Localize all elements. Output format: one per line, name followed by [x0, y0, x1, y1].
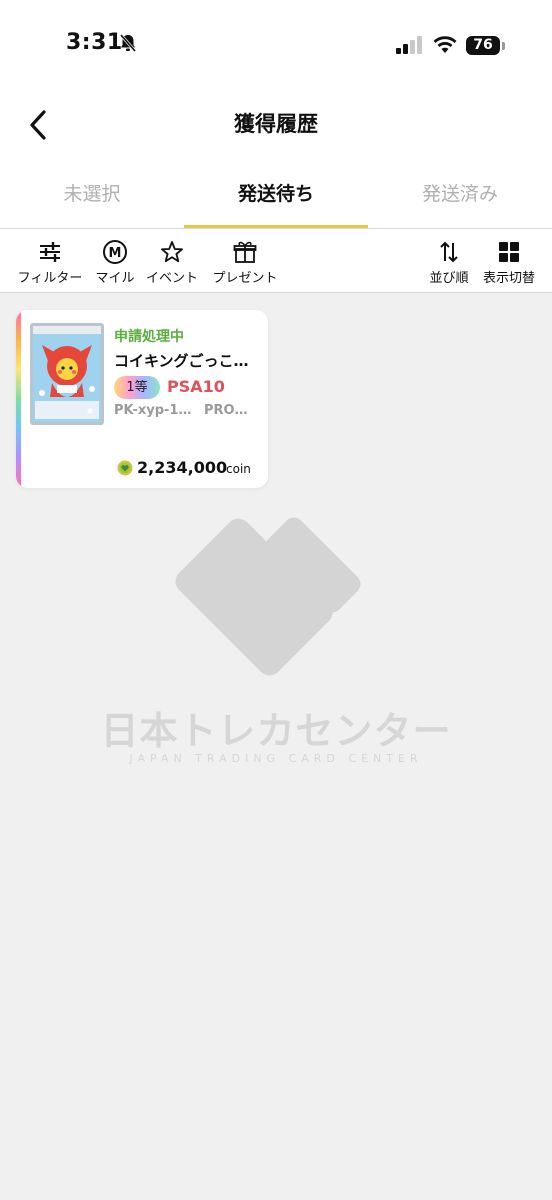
brand-name-watermark: 日本トレカセンター: [100, 709, 452, 753]
toolbar-divider: [0, 292, 552, 293]
battery-tip: [502, 42, 505, 50]
bell-muted-icon: [119, 34, 137, 52]
view-toggle-label: 表示切替: [482, 271, 535, 286]
tab-divider: [0, 228, 552, 229]
brand-logo-watermark: [175, 517, 361, 676]
event-label: イベント: [145, 271, 198, 286]
mile-icon: M: [103, 240, 127, 264]
price-unit: coin: [226, 462, 251, 476]
mile-label: マイル: [95, 271, 135, 286]
grade-label: PSA10: [167, 377, 225, 396]
card-name: コイキングごっこ…: [114, 352, 249, 370]
filter-button[interactable]: フィルター: [12, 236, 88, 288]
card-image: [30, 323, 104, 425]
signal-icon: [396, 36, 422, 54]
card-code: PK-xyp-1…: [114, 403, 192, 418]
sort-button[interactable]: 並び順: [424, 236, 474, 288]
price-value: 2,234,000: [137, 458, 228, 477]
present-label: プレゼント: [212, 271, 278, 286]
coin-icon: [117, 460, 133, 476]
rank-badge: 1等: [114, 376, 160, 399]
rarity-stripe: [16, 310, 21, 488]
svg-text:M: M: [109, 246, 122, 261]
battery-indicator: 76: [466, 36, 500, 55]
status-time: 3:31: [66, 30, 123, 55]
grid-icon: [499, 242, 519, 262]
gift-icon: [233, 241, 257, 263]
card-code-secondary: PRO…: [204, 403, 248, 418]
wifi-icon: [433, 36, 457, 53]
mile-button[interactable]: M マイル: [92, 236, 138, 288]
tab-shipped[interactable]: 発送済み: [368, 180, 552, 208]
view-toggle-button[interactable]: 表示切替: [478, 236, 540, 288]
filter-label: フィルター: [17, 271, 83, 286]
present-button[interactable]: プレゼント: [206, 236, 284, 288]
sliders-icon: [40, 242, 60, 262]
tab-awaiting-shipment[interactable]: 発送待ち: [184, 180, 368, 208]
status-badge: 申請処理中: [114, 329, 184, 345]
item-card[interactable]: 申請処理中 コイキングごっこ… 1等 PSA10 PK-xyp-1… PRO… …: [16, 310, 268, 488]
brand-subtitle-watermark: JAPAN TRADING CARD CENTER: [129, 752, 423, 765]
star-icon: [161, 241, 183, 263]
top-area: 3:31 76 獲得履歴 未選択 発送待ち 発送済み フィルター M マイル イ…: [0, 0, 552, 292]
tab-unselected[interactable]: 未選択: [0, 180, 184, 208]
page-title: 獲得履歴: [234, 112, 318, 136]
sort-arrows-icon: [440, 241, 458, 263]
event-button[interactable]: イベント: [142, 236, 202, 288]
sort-label: 並び順: [429, 271, 469, 286]
